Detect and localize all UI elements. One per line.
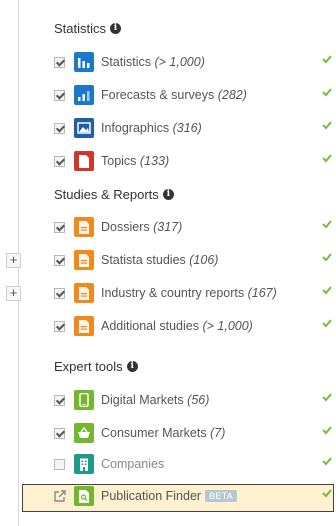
filter-row-forecasts[interactable]: Forecasts & surveys (282) — [0, 84, 336, 110]
available-check-icon — [322, 457, 332, 466]
expand-button[interactable]: + — [6, 253, 21, 268]
available-check-icon — [322, 489, 332, 498]
available-check-icon — [322, 55, 332, 64]
available-check-icon — [322, 393, 332, 402]
document-icon — [74, 250, 94, 270]
filter-label: Companies — [101, 457, 164, 471]
filter-name: Industry & country reports — [101, 286, 245, 300]
info-icon[interactable]: i — [126, 361, 138, 372]
filter-row-dossiers[interactable]: Dossiers (317) — [0, 216, 336, 242]
filter-label: Topics (133) — [101, 154, 169, 168]
filter-row-statistics[interactable]: Statistics (> 1,000) — [0, 51, 336, 77]
checkbox[interactable] — [54, 428, 65, 439]
filter-label: Statista studies (106) — [101, 253, 218, 267]
available-check-icon — [322, 220, 332, 229]
section-title-expert-label: Expert tools — [54, 359, 123, 374]
basket-icon — [74, 423, 94, 443]
filter-row-additional-studies[interactable]: Additional studies (> 1,000) — [0, 315, 336, 341]
filter-row-industry-reports[interactable]: + Industry & country reports (167) — [0, 282, 336, 308]
checkbox[interactable] — [54, 123, 65, 134]
checkbox[interactable] — [54, 156, 65, 167]
available-check-icon — [322, 319, 332, 328]
info-icon[interactable]: i — [162, 189, 174, 200]
checkbox[interactable] — [54, 222, 65, 233]
filter-count: (> 1,000) — [202, 319, 253, 333]
document-icon — [74, 217, 94, 237]
available-check-icon — [322, 426, 332, 435]
filter-count: (106) — [189, 253, 219, 267]
info-icon[interactable]: i — [110, 23, 122, 34]
filter-count: (316) — [172, 121, 202, 135]
filter-name: Digital Markets — [101, 393, 184, 407]
filter-name: Infographics — [101, 121, 170, 135]
available-check-icon — [322, 88, 332, 97]
available-check-icon — [322, 121, 332, 130]
filter-name: Consumer Markets — [101, 426, 207, 440]
publication-finder-content[interactable]: Publication Finder BETA — [0, 485, 336, 511]
filter-row-infographics[interactable]: Infographics (316) — [0, 117, 336, 143]
section-title-studies-label: Studies & Reports — [54, 187, 159, 202]
filter-label: Statistics (> 1,000) — [101, 55, 205, 69]
filter-count: (282) — [217, 88, 247, 102]
filter-name: Dossiers — [101, 220, 150, 234]
expand-button[interactable]: + — [6, 286, 21, 301]
filter-count: (317) — [153, 220, 183, 234]
checkbox[interactable] — [54, 288, 65, 299]
search-doc-icon — [74, 486, 94, 506]
filter-label: Additional studies (> 1,000) — [101, 319, 253, 333]
filter-name: Statista studies — [101, 253, 186, 267]
filter-name: Forecasts & surveys — [101, 88, 215, 102]
filter-name: Companies — [101, 457, 165, 471]
filter-name: Publication Finder — [101, 489, 202, 503]
filter-label: Consumer Markets (7) — [101, 426, 225, 440]
filter-count: (167) — [247, 286, 277, 300]
available-check-icon — [322, 154, 332, 163]
filter-count: (7) — [210, 426, 226, 440]
checkbox[interactable] — [54, 57, 65, 68]
section-title-statistics-label: Statistics — [54, 21, 107, 36]
filter-row-companies[interactable]: Companies — [0, 453, 336, 479]
filter-label: Industry & country reports (167) — [101, 286, 277, 300]
document-icon — [74, 316, 94, 336]
filter-count: (56) — [187, 393, 210, 407]
filter-label: Digital Markets (56) — [101, 393, 209, 407]
publication-finder-label[interactable]: Publication Finder BETA — [101, 489, 238, 503]
filter-name: Additional studies — [101, 319, 199, 333]
filter-label: Dossiers (317) — [101, 220, 182, 234]
checkbox[interactable] — [54, 90, 65, 101]
filter-label: Forecasts & surveys (282) — [101, 88, 247, 102]
filter-row-topics[interactable]: Topics (133) — [0, 150, 336, 176]
bar-chart-icon — [74, 52, 94, 72]
section-title-studies: Studies & Reports i — [54, 187, 174, 202]
section-title-statistics: Statistics i — [54, 21, 122, 36]
filter-name: Statistics — [101, 55, 152, 69]
forecast-chart-icon — [74, 85, 94, 105]
beta-badge: BETA — [205, 490, 238, 502]
available-check-icon — [322, 253, 332, 262]
filter-count: (> 1,000) — [154, 55, 205, 69]
filter-name: Topics — [101, 154, 137, 168]
checkbox[interactable] — [54, 395, 65, 406]
mobile-icon — [74, 390, 94, 410]
picture-icon — [74, 118, 94, 138]
checkbox[interactable] — [54, 459, 65, 470]
checkbox[interactable] — [54, 255, 65, 266]
filter-row-consumer-markets[interactable]: Consumer Markets (7) — [0, 422, 336, 448]
section-title-expert: Expert tools i — [54, 359, 138, 374]
filter-row-digital-markets[interactable]: Digital Markets (56) — [0, 389, 336, 415]
external-link-icon[interactable] — [53, 489, 67, 503]
building-icon — [74, 454, 94, 474]
checkbox[interactable] — [54, 321, 65, 332]
available-check-icon — [322, 286, 332, 295]
document-icon — [74, 151, 94, 171]
filter-count: (133) — [139, 154, 170, 168]
document-icon — [74, 283, 94, 303]
filter-row-statista-studies[interactable]: + Statista studies (106) — [0, 249, 336, 275]
filter-label: Infographics (316) — [101, 121, 202, 135]
